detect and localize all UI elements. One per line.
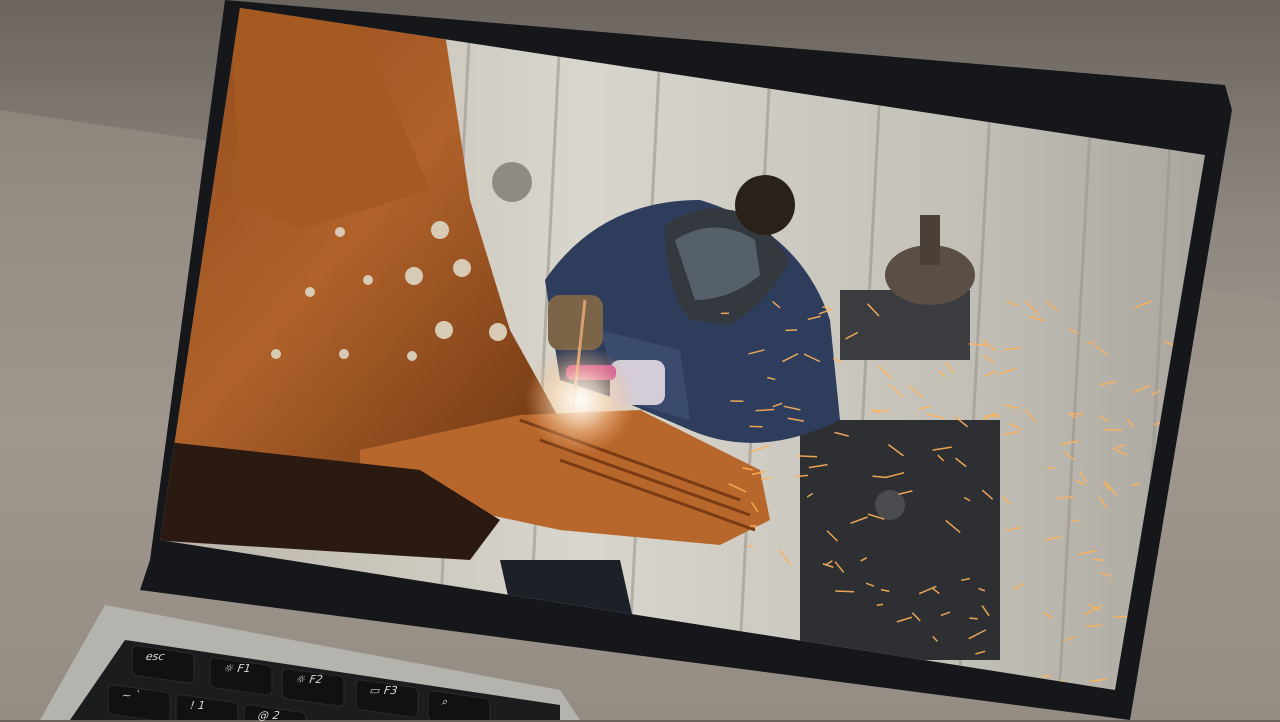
spark bbox=[1042, 675, 1052, 676]
wall-box bbox=[492, 162, 532, 202]
spark bbox=[877, 604, 883, 605]
spark bbox=[1070, 413, 1083, 414]
spark bbox=[750, 526, 757, 527]
photo-scene bbox=[0, 0, 1280, 720]
key-label: esc bbox=[144, 651, 166, 662]
key-label: ☼ F2 bbox=[294, 674, 324, 685]
welding-flash bbox=[525, 345, 635, 455]
key-label: @ 2 bbox=[256, 710, 281, 721]
welder-glove bbox=[548, 295, 603, 350]
key-label: ~ ` bbox=[120, 690, 142, 701]
key-label: ☼ F1 bbox=[222, 663, 252, 674]
spark bbox=[969, 618, 977, 619]
welding-machine bbox=[800, 420, 1000, 660]
spark bbox=[756, 410, 775, 411]
key-label: ▭ F3 bbox=[368, 685, 399, 696]
spark bbox=[1103, 429, 1122, 430]
spark bbox=[835, 591, 854, 592]
spark bbox=[798, 456, 817, 457]
